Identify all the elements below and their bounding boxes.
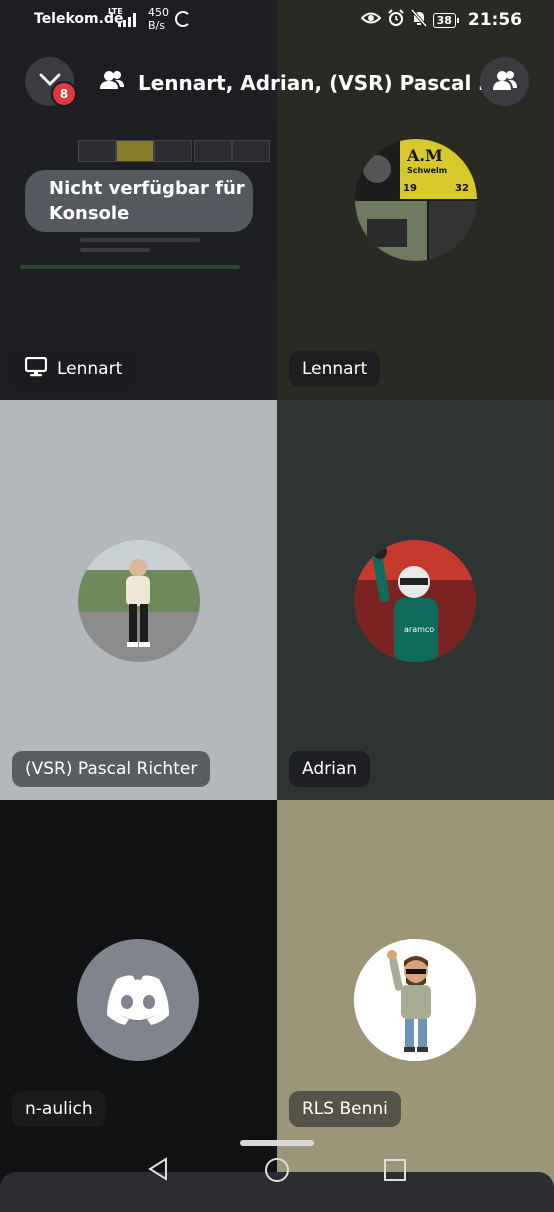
alarm-icon (387, 9, 405, 31)
clock: 21:56 (467, 10, 522, 30)
discord-logo-icon (77, 939, 199, 1061)
call-title: Lennart, Adrian, (VSR) Pascal … (100, 70, 498, 95)
participant-name-label: (VSR) Pascal Richter (12, 751, 211, 787)
signal-icon (118, 13, 140, 31)
home-circle-icon[interactable] (264, 1157, 290, 1187)
participant-tile-pascal[interactable]: (VSR) Pascal Richter (0, 400, 277, 800)
people-icon (492, 69, 518, 95)
call-header: 8 Lennart, Adrian, (VSR) Pascal … (0, 50, 554, 114)
system-nav-bar (0, 1140, 554, 1200)
members-button[interactable] (480, 57, 529, 106)
participant-name-label: n-aulich (12, 1091, 106, 1127)
svg-text:aramco: aramco (404, 625, 434, 634)
avatar (354, 939, 476, 1061)
svg-text:A.M: A.M (406, 146, 443, 165)
participant-name-label: Adrian (289, 751, 371, 787)
mute-bell-icon (410, 9, 427, 31)
recents-square-icon[interactable] (383, 1158, 407, 1186)
participant-name-label: Lennart (12, 351, 136, 387)
notification-badge: 8 (51, 81, 77, 107)
network-speed: 450 B/s (148, 6, 169, 32)
avatar: A.M Schwelm 19 32 (355, 139, 477, 261)
participant-name-label: RLS Benni (289, 1091, 401, 1127)
eye-icon (360, 11, 381, 29)
status-icons: 38 21:56 (360, 9, 522, 31)
participant-name-label: Lennart (289, 351, 381, 387)
avatar: aramco (354, 540, 476, 662)
svg-text:Schwelm: Schwelm (407, 166, 447, 175)
avatar (78, 540, 200, 662)
status-bar: Telekom.de LTE 450 B/s 38 21:56 (0, 0, 554, 42)
video-grid: Nicht verfügbar für Konsole Lennart A.M … (0, 0, 554, 1200)
unavailable-notice: Nicht verfügbar für Konsole (25, 170, 253, 232)
back-triangle-icon[interactable] (146, 1157, 170, 1185)
monitor-icon (24, 356, 48, 382)
svg-text:19: 19 (403, 183, 417, 194)
battery-indicator: 38 (432, 12, 460, 28)
loading-icon (175, 11, 191, 27)
svg-text:32: 32 (455, 183, 469, 194)
sheet-drag-handle[interactable] (240, 1140, 314, 1146)
people-icon (100, 70, 124, 95)
participant-tile-adrian[interactable]: aramco Adrian (277, 400, 554, 800)
